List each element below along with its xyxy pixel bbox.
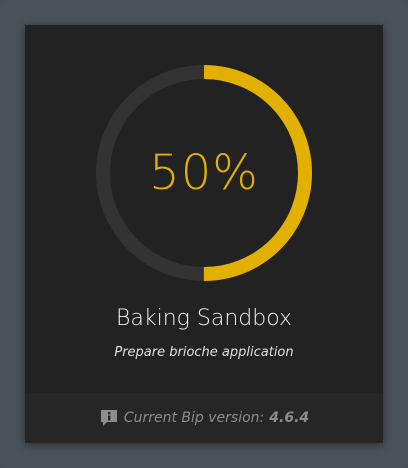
version-number: 4.6.4	[269, 410, 310, 426]
app-subtitle: Prepare brioche application	[114, 345, 294, 360]
progress-percent: 50%	[149, 145, 259, 201]
app-title: Baking Sandbox	[116, 306, 292, 331]
info-speech-icon	[99, 408, 119, 428]
progress-card: 50% Baking Sandbox Prepare brioche appli…	[25, 25, 383, 443]
version-footer: Current Bip version: 4.6.4	[25, 393, 383, 443]
version-label: Current Bip version:	[123, 410, 265, 426]
progress-gauge: 50%	[25, 25, 383, 295]
